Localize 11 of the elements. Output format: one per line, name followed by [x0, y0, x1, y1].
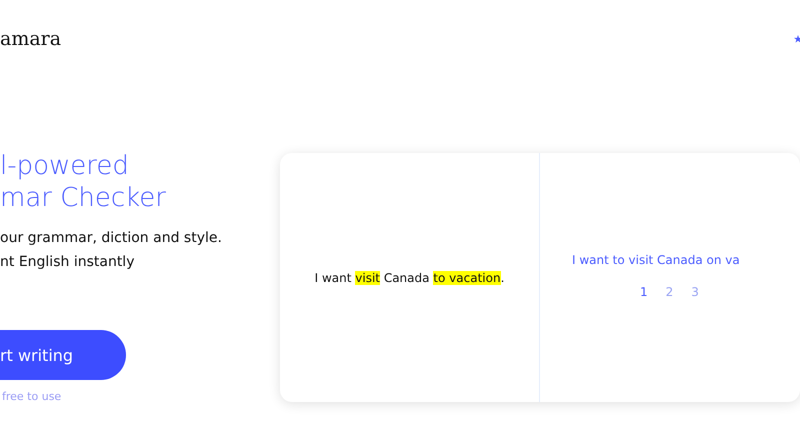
hero-title: l-powered	[0, 150, 130, 182]
star-icon	[794, 35, 800, 43]
logo[interactable]: amara	[0, 28, 62, 50]
hero-subtitle: nt English instantly	[0, 253, 136, 272]
original-sentence: I want visit Canada to vacation.	[314, 270, 504, 284]
free-note: free to use	[2, 390, 62, 403]
hero-subtitle: our grammar, diction and style.	[0, 229, 223, 248]
start-writing-button[interactable]: rt writing	[0, 330, 126, 380]
corrected-sentence: I want to visit Canada on va	[572, 252, 741, 266]
hero-title: mar Checker	[0, 182, 167, 214]
page-number[interactable]: 1	[640, 284, 648, 298]
